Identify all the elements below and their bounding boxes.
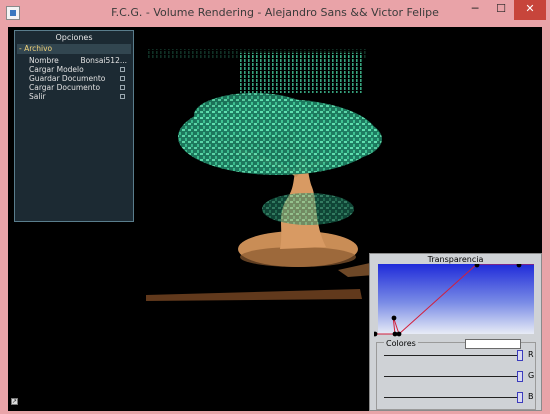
- option-checkbox[interactable]: [120, 76, 125, 81]
- option-guardar-documento[interactable]: Guardar Documento: [29, 74, 129, 83]
- color-swatch[interactable]: [465, 339, 521, 349]
- slider-r-thumb[interactable]: [517, 350, 523, 361]
- close-button[interactable]: ✕: [514, 0, 546, 20]
- option-label: Guardar Documento: [29, 74, 106, 83]
- bonsai-canopy-upper: [194, 93, 314, 137]
- option-cargar-documento[interactable]: Cargar Documento: [29, 83, 129, 92]
- control-point[interactable]: [396, 331, 402, 337]
- option-label: Cargar Modelo: [29, 65, 84, 74]
- menu-archivo-label: Archivo: [24, 44, 53, 53]
- options-title: Opciones: [55, 33, 93, 42]
- slider-g-track[interactable]: [384, 376, 520, 377]
- expand-icon[interactable]: ↗: [11, 398, 18, 405]
- transparency-gradient: [378, 264, 534, 334]
- option-checkbox[interactable]: [120, 67, 125, 72]
- option-cargar-modelo[interactable]: Cargar Modelo: [29, 65, 129, 74]
- bonsai-canopy-low: [262, 193, 354, 225]
- menu-archivo[interactable]: - Archivo: [17, 44, 131, 54]
- transparency-editor[interactable]: [374, 264, 538, 338]
- minimize-button[interactable]: ─: [462, 0, 488, 20]
- slider-b-label: B: [528, 392, 534, 401]
- slider-b-track[interactable]: [384, 397, 520, 398]
- option-salir[interactable]: Salir: [29, 92, 129, 101]
- bonsai-pot-shadow: [240, 247, 356, 267]
- option-checkbox[interactable]: [120, 94, 125, 99]
- slider-r-track[interactable]: [384, 355, 520, 356]
- title-bar[interactable]: F.C.G. - Volume Rendering - Alejandro Sa…: [0, 0, 550, 27]
- slider-g-thumb[interactable]: [517, 371, 523, 382]
- control-point[interactable]: [374, 331, 378, 337]
- render-viewport[interactable]: Opciones - Archivo Nombre Bonsai512... C…: [8, 27, 542, 411]
- options-panel: Opciones - Archivo Nombre Bonsai512... C…: [14, 30, 134, 222]
- app-window: F.C.G. - Volume Rendering - Alejandro Sa…: [0, 0, 550, 414]
- floor-slab: [146, 289, 362, 301]
- option-checkbox[interactable]: [120, 85, 125, 90]
- bonsai-canopy-right: [294, 117, 382, 161]
- slider-b-thumb[interactable]: [517, 392, 523, 403]
- option-nombre-value: Bonsai512...: [80, 56, 127, 65]
- slider-r-label: R: [528, 350, 534, 359]
- transfer-function-panel: Transparencia Colores R G B: [369, 253, 542, 411]
- maximize-button[interactable]: ☐: [488, 0, 514, 20]
- colors-title: Colores: [384, 339, 418, 348]
- control-point[interactable]: [391, 315, 397, 321]
- option-label: Salir: [29, 92, 46, 101]
- option-nombre[interactable]: Nombre Bonsai512...: [29, 56, 129, 65]
- slider-g-label: G: [528, 371, 535, 380]
- option-label: Nombre: [29, 56, 59, 65]
- option-label: Cargar Documento: [29, 83, 101, 92]
- transparency-title: Transparencia: [427, 255, 484, 264]
- top-artifact-faint: [148, 49, 368, 59]
